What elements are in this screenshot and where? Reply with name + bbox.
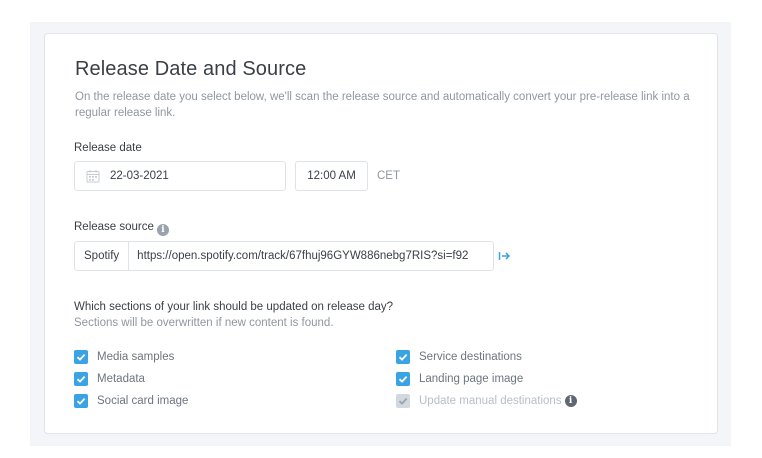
timezone-label: CET bbox=[377, 170, 400, 182]
release-date-source-card: Release Date and Source On the release d… bbox=[44, 33, 718, 434]
source-service-prefix: Spotify bbox=[75, 242, 130, 270]
checkbox-landing-page-image[interactable]: Landing page image bbox=[396, 372, 523, 386]
external-link-arrow-icon[interactable] bbox=[498, 249, 512, 263]
checkbox-metadata[interactable]: Metadata bbox=[74, 372, 145, 386]
source-url-value[interactable]: https://open.spotify.com/track/67fhuj96G… bbox=[129, 250, 468, 262]
checkbox-label: Landing page image bbox=[419, 373, 524, 385]
checkbox-checked-icon[interactable] bbox=[396, 372, 410, 386]
checkbox-label: Service destinations bbox=[419, 351, 522, 363]
calendar-icon bbox=[86, 170, 100, 183]
info-icon[interactable]: i bbox=[564, 395, 577, 407]
release-date-value: 22-03-2021 bbox=[110, 170, 169, 182]
sections-question-title: Which sections of your link should be up… bbox=[74, 301, 394, 313]
release-source-label-wrap: Release source i bbox=[74, 221, 169, 236]
checkbox-label: Media samples bbox=[97, 351, 175, 363]
section-description: On the release date you select below, we… bbox=[75, 91, 690, 119]
checkbox-social-card-image[interactable]: Social card image bbox=[74, 394, 188, 408]
checkbox-checked-icon[interactable] bbox=[74, 394, 88, 408]
release-time-input[interactable]: 12:00 AM bbox=[295, 161, 368, 191]
section-title: Release Date and Source bbox=[75, 58, 307, 80]
release-date-input[interactable]: 22-03-2021 bbox=[74, 161, 286, 191]
checkbox-update-manual-destinations: Update manual destinations i bbox=[396, 394, 577, 408]
info-icon[interactable]: i bbox=[156, 224, 169, 236]
release-time-value: 12:00 AM bbox=[307, 170, 356, 182]
release-date-label: Release date bbox=[74, 142, 142, 154]
checkbox-label: Metadata bbox=[97, 373, 145, 385]
release-source-label: Release source bbox=[74, 221, 154, 233]
checkbox-media-samples[interactable]: Media samples bbox=[74, 350, 174, 364]
checkbox-label: Update manual destinations bbox=[419, 395, 562, 407]
checkbox-checked-icon[interactable] bbox=[396, 350, 410, 364]
checkbox-checked-icon[interactable] bbox=[74, 350, 88, 364]
checkbox-checked-icon[interactable] bbox=[74, 372, 88, 386]
release-source-input[interactable]: Spotify https://open.spotify.com/track/6… bbox=[74, 241, 494, 271]
checkbox-label: Social card image bbox=[97, 395, 189, 407]
checkbox-service-destinations[interactable]: Service destinations bbox=[396, 350, 522, 364]
sections-question-subtitle: Sections will be overwritten if new cont… bbox=[74, 317, 334, 329]
checkbox-disabled-icon bbox=[396, 394, 410, 408]
